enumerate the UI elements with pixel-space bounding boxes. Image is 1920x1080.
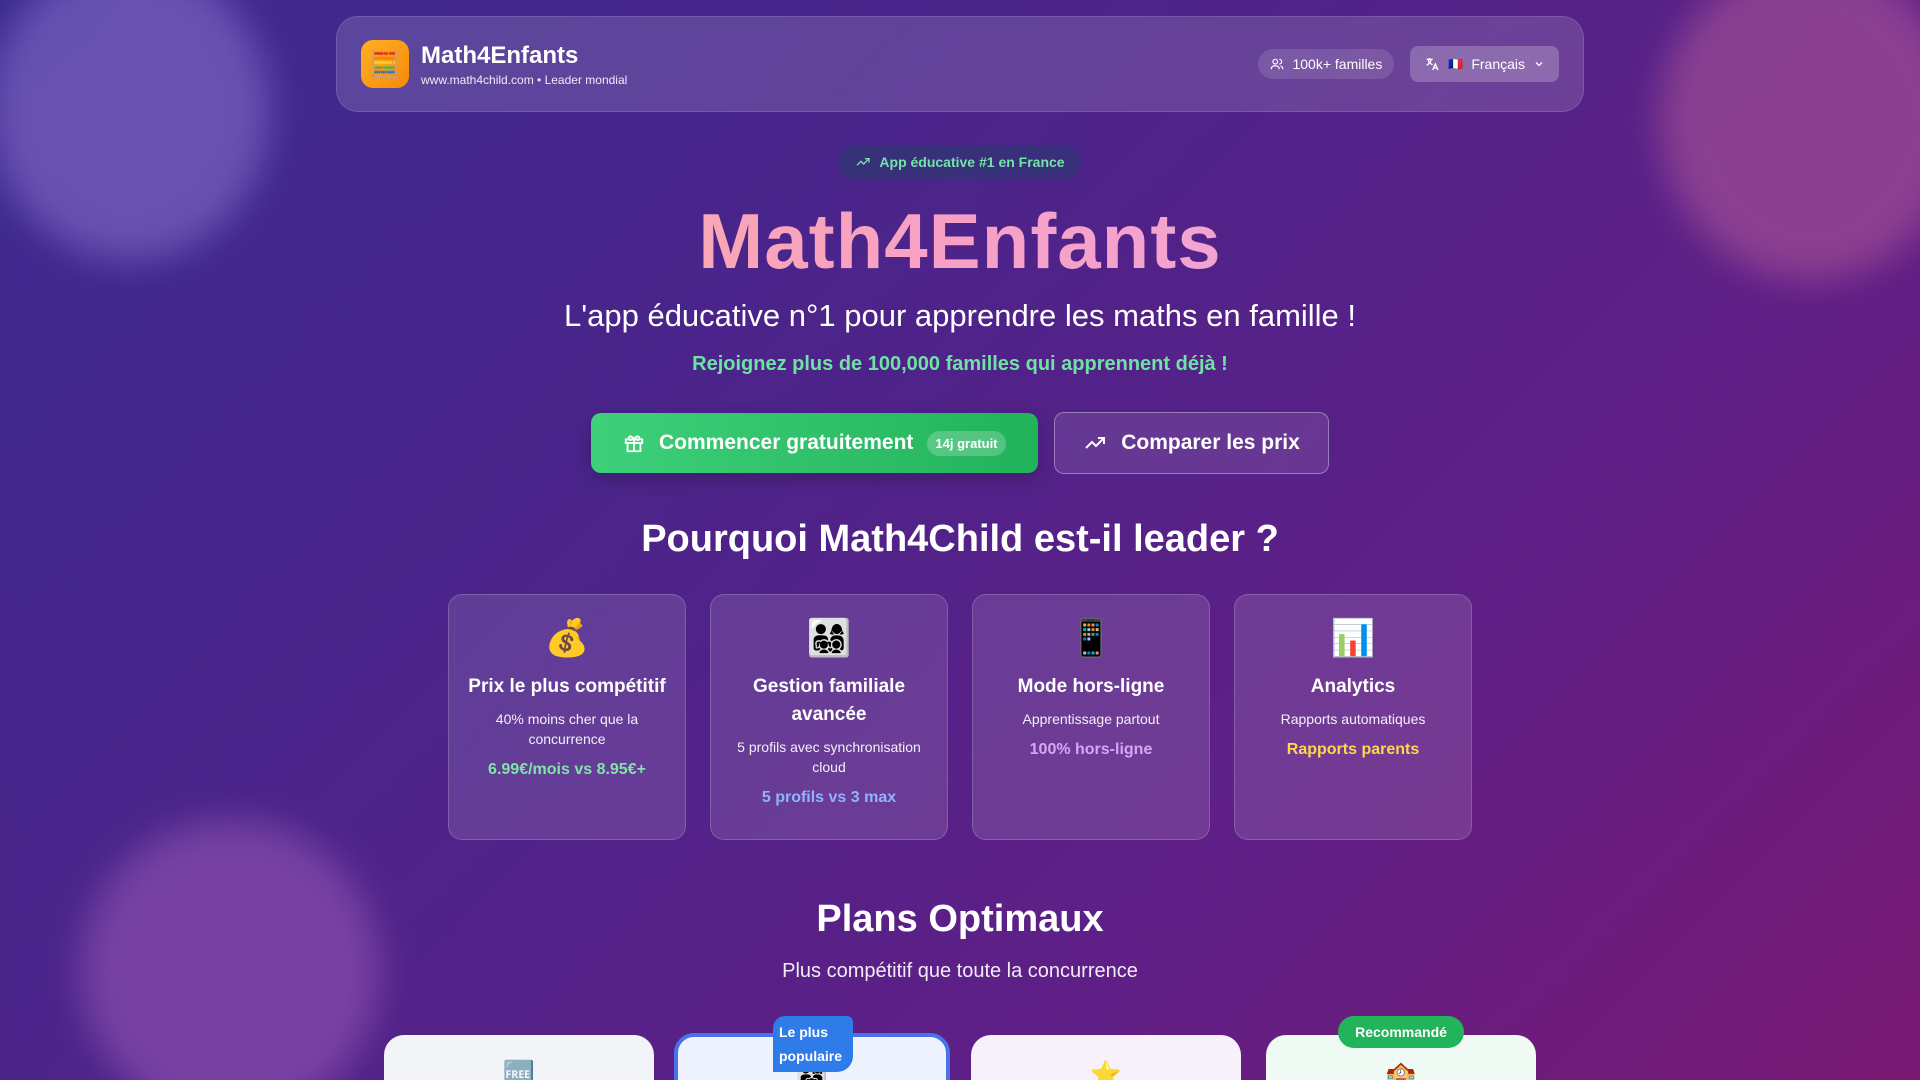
mobile-phone-icon: 📱: [1068, 617, 1114, 658]
chevron-down-icon: [1533, 58, 1545, 70]
bar-chart-icon: 📊: [1330, 617, 1376, 658]
feature-title: Gestion familiale avancée: [752, 676, 906, 725]
translate-icon: [1424, 56, 1440, 72]
plans-subtitle: Plus compétitif que toute la concurrence: [782, 960, 1138, 982]
hero-subtitle: L'app éducative n°1 pour apprendre les m…: [563, 298, 1357, 333]
brand: Math4Enfants www.math4child.com • Leader…: [421, 42, 627, 87]
header-actions: 100k+ familles 🇫🇷 Français: [1258, 46, 1559, 82]
star-icon: ⭐: [1089, 1059, 1123, 1080]
feature-stat: 5 profils vs 3 max: [761, 789, 897, 806]
hero-join-text: Rejoignez plus de 100,000 familles qui a…: [692, 353, 1228, 375]
features-grid: 💰 Prix le plus compétitif 40% moins cher…: [448, 594, 1472, 840]
feature-stat: 6.99€/mois vs 8.95€+: [488, 761, 646, 778]
recommended-badge: Recommandé: [1338, 1016, 1464, 1048]
feature-stat: 100% hors-ligne: [1029, 741, 1153, 758]
trending-up-icon: [855, 154, 871, 170]
language-select[interactable]: 🇫🇷 Français: [1410, 46, 1559, 82]
feature-title: Prix le plus compétitif: [468, 676, 666, 697]
plan-card-premium[interactable]: ⭐: [971, 1035, 1241, 1080]
hero-title: Math4Enfants: [0, 196, 1920, 287]
flag-icon: 🇫🇷: [1448, 57, 1464, 71]
feature-desc: Rapports automatiques: [1280, 711, 1426, 727]
feature-card-offline: 📱 Mode hors-ligne Apprentissage partout …: [972, 594, 1210, 840]
money-bag-icon: 💰: [544, 617, 590, 658]
families-badge: 100k+ familles: [1258, 49, 1395, 79]
feature-desc: 5 profils avec synchronisation cloud: [737, 739, 921, 775]
feature-stat: Rapports parents: [1286, 741, 1420, 758]
feature-card-price: 💰 Prix le plus compétitif 40% moins cher…: [448, 594, 686, 840]
app-logo-icon[interactable]: 🧮: [361, 40, 409, 88]
brand-subtitle: www.math4child.com • Leader mondial: [421, 72, 628, 87]
ranking-badge-label: App éducative #1 en France: [879, 154, 1065, 170]
popular-ribbon: Le plus populaire: [773, 1016, 853, 1072]
decor-blob: [80, 820, 380, 1080]
start-free-label: Commencer gratuitement: [659, 431, 914, 454]
school-icon: 🏫: [1384, 1059, 1418, 1080]
feature-card-family: 👨‍👩‍👧‍👦 Gestion familiale avancée 5 prof…: [710, 594, 948, 840]
families-label: 100k+ familles: [1292, 56, 1383, 72]
plan-card-free[interactable]: 🆓: [384, 1035, 654, 1080]
start-free-button[interactable]: Commencer gratuitement 14j gratuit: [591, 413, 1038, 473]
feature-desc: Apprentissage partout: [1022, 711, 1160, 727]
brand-name[interactable]: Math4Enfants: [421, 42, 627, 70]
users-icon: [1270, 57, 1284, 71]
feature-title: Analytics: [1310, 676, 1396, 697]
trending-up-icon: [1083, 431, 1107, 455]
top-header: 🧮 Math4Enfants www.math4child.com • Lead…: [336, 16, 1584, 112]
feature-desc: 40% moins cher que la concurrence: [495, 711, 639, 747]
why-section-title: Pourquoi Math4Child est-il leader ?: [641, 518, 1279, 560]
feature-title: Mode hors-ligne: [1017, 676, 1165, 697]
family-icon: 👨‍👩‍👧‍👦: [806, 617, 852, 658]
language-label: Français: [1471, 56, 1525, 72]
free-icon: 🆓: [502, 1059, 536, 1080]
plans-section-title: Plans Optimaux: [816, 898, 1104, 940]
ranking-badge: App éducative #1 en France: [839, 145, 1081, 179]
trial-tag: 14j gratuit: [927, 430, 1006, 456]
gift-icon: [623, 432, 645, 454]
feature-card-analytics: 📊 Analytics Rapports automatiques Rappor…: [1234, 594, 1472, 840]
compare-prices-button[interactable]: Comparer les prix: [1054, 412, 1329, 474]
compare-prices-label: Comparer les prix: [1121, 431, 1300, 454]
